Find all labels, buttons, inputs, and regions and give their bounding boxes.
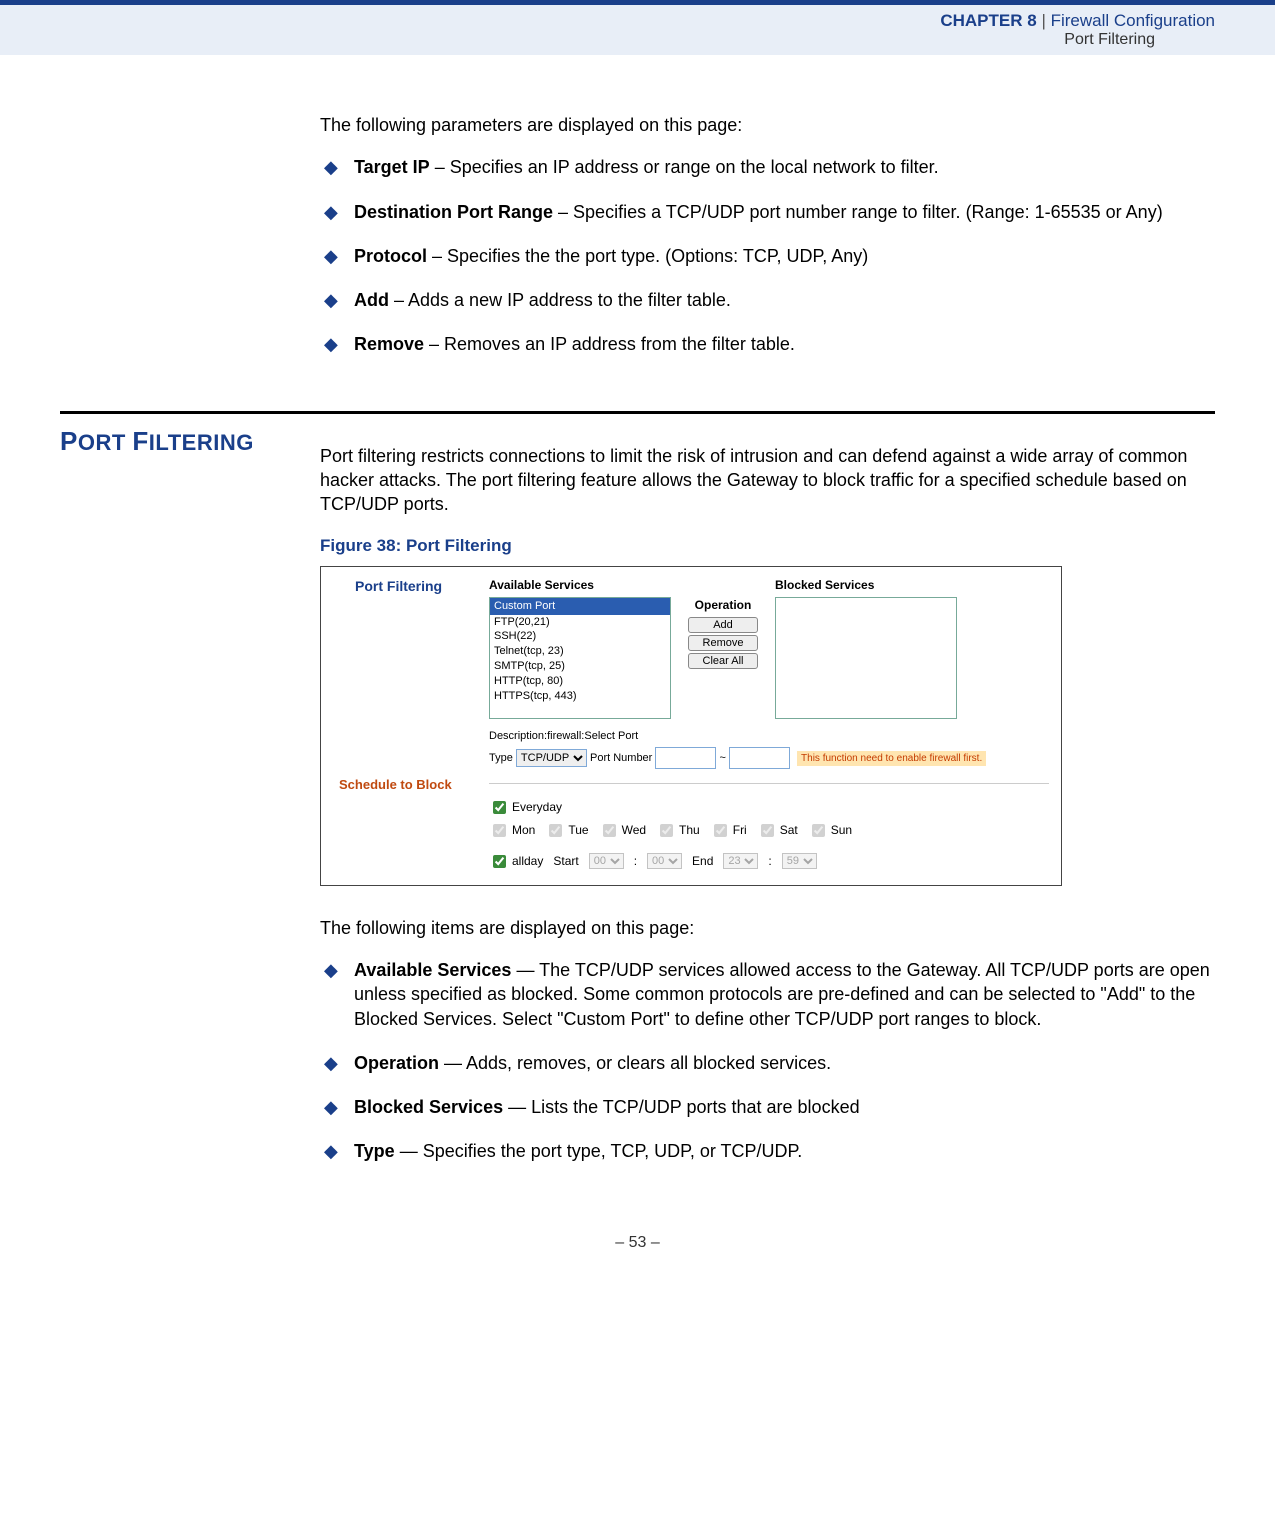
list-item: Available Services — The TCP/UDP service… [320, 958, 1215, 1031]
list-item: Remove – Removes an IP address from the … [320, 332, 1215, 356]
fig-schedule-label: Schedule to Block [321, 596, 481, 794]
term: Operation [354, 1053, 439, 1073]
day-checkbox-thu[interactable]: Thu [656, 821, 700, 840]
service-option[interactable]: FTP(20,21) [490, 615, 670, 630]
time-colon: : [768, 853, 771, 869]
figure-caption: Figure 38: Port Filtering [320, 535, 1215, 558]
term: Remove [354, 334, 424, 354]
remove-button[interactable]: Remove [688, 635, 758, 651]
chapter-title: Firewall Configuration [1051, 11, 1215, 30]
blocked-services-label: Blocked Services [775, 577, 957, 593]
desc: – Specifies an IP address or range on th… [430, 157, 939, 177]
section-heading: PORT FILTERING [60, 426, 320, 457]
port-end-input[interactable] [729, 747, 790, 769]
available-services-label: Available Services [489, 577, 671, 593]
service-option[interactable]: SSH(22) [490, 629, 670, 644]
chapter-label: CHAPTER 8 [940, 11, 1036, 30]
parameter-list-1: Target IP – Specifies an IP address or r… [320, 155, 1215, 356]
desc: – Specifies the the port type. (Options:… [427, 246, 868, 266]
desc: – Adds a new IP address to the filter ta… [389, 290, 731, 310]
desc: – Specifies a TCP/UDP port number range … [553, 202, 1163, 222]
blocked-services-listbox[interactable] [775, 597, 957, 719]
figure-screenshot: Port Filtering Schedule to Block Availab… [320, 566, 1062, 886]
parameter-list-2: Available Services — The TCP/UDP service… [320, 958, 1215, 1164]
allday-checkbox[interactable]: allday [489, 852, 543, 871]
term: Add [354, 290, 389, 310]
term: Blocked Services [354, 1097, 503, 1117]
everyday-checkbox[interactable]: Everyday [489, 798, 562, 817]
service-option[interactable]: Telnet(tcp, 23) [490, 644, 670, 659]
list-item: Destination Port Range – Specifies a TCP… [320, 200, 1215, 224]
type-select[interactable]: TCP/UDP [516, 749, 587, 767]
list-item: Type — Specifies the port type, TCP, UDP… [320, 1139, 1215, 1163]
fig-side-title: Port Filtering [321, 567, 481, 596]
day-checkbox-sat[interactable]: Sat [757, 821, 798, 840]
service-option[interactable]: SMTP(tcp, 25) [490, 659, 670, 674]
header-separator: | [1041, 11, 1045, 30]
list-item: Add – Adds a new IP address to the filte… [320, 288, 1215, 312]
clear-all-button[interactable]: Clear All [688, 653, 758, 669]
service-option[interactable]: Custom Port [490, 598, 670, 615]
service-option[interactable]: HTTPS(tcp, 443) [490, 689, 670, 704]
available-services-listbox[interactable]: Custom Port FTP(20,21) SSH(22) Telnet(tc… [489, 597, 671, 719]
term: Target IP [354, 157, 430, 177]
list-item: Blocked Services — Lists the TCP/UDP por… [320, 1095, 1215, 1119]
end-hour-select[interactable]: 23 [723, 853, 758, 869]
list-item: Operation — Adds, removes, or clears all… [320, 1051, 1215, 1075]
service-option[interactable]: HTTP(tcp, 80) [490, 674, 670, 689]
term: Destination Port Range [354, 202, 553, 222]
start-label: Start [553, 853, 578, 869]
section-paragraph: Port filtering restricts connections to … [320, 444, 1215, 517]
fig-divider [489, 783, 1049, 784]
day-checkbox-fri[interactable]: Fri [710, 821, 747, 840]
term: Available Services [354, 960, 511, 980]
day-checkbox-wed[interactable]: Wed [599, 821, 646, 840]
day-checkbox-sun[interactable]: Sun [808, 821, 852, 840]
term: Type [354, 1141, 395, 1161]
add-button[interactable]: Add [688, 617, 758, 633]
tilde: ~ [719, 752, 725, 764]
desc: – Removes an IP address from the filter … [424, 334, 795, 354]
page-number: – 53 – [0, 1204, 1275, 1272]
start-min-select[interactable]: 00 [647, 853, 682, 869]
operation-label: Operation [683, 597, 763, 613]
start-hour-select[interactable]: 00 [589, 853, 624, 869]
time-colon: : [634, 853, 637, 869]
section-divider [60, 411, 1215, 414]
intro-paragraph-3: The following items are displayed on thi… [320, 916, 1215, 940]
type-label: Type [489, 752, 513, 764]
intro-paragraph-1: The following parameters are displayed o… [320, 113, 1215, 137]
page-header: CHAPTER 8 | Firewall Configuration Port … [0, 0, 1275, 55]
list-item: Target IP – Specifies an IP address or r… [320, 155, 1215, 179]
desc: — Adds, removes, or clears all blocked s… [439, 1053, 831, 1073]
end-min-select[interactable]: 59 [782, 853, 817, 869]
list-item: Protocol – Specifies the the port type. … [320, 244, 1215, 268]
day-checkbox-tue[interactable]: Tue [545, 821, 588, 840]
port-start-input[interactable] [655, 747, 716, 769]
port-number-label: Port Number [590, 752, 652, 764]
chapter-subtitle: Port Filtering [0, 31, 1215, 49]
firewall-warning: This function need to enable firewall fi… [797, 751, 986, 766]
description-label: Description:firewall:Select Port [489, 729, 1049, 744]
term: Protocol [354, 246, 427, 266]
desc: — Specifies the port type, TCP, UDP, or … [395, 1141, 803, 1161]
desc: — Lists the TCP/UDP ports that are block… [503, 1097, 860, 1117]
day-checkbox-mon[interactable]: Mon [489, 821, 535, 840]
end-label: End [692, 853, 713, 869]
